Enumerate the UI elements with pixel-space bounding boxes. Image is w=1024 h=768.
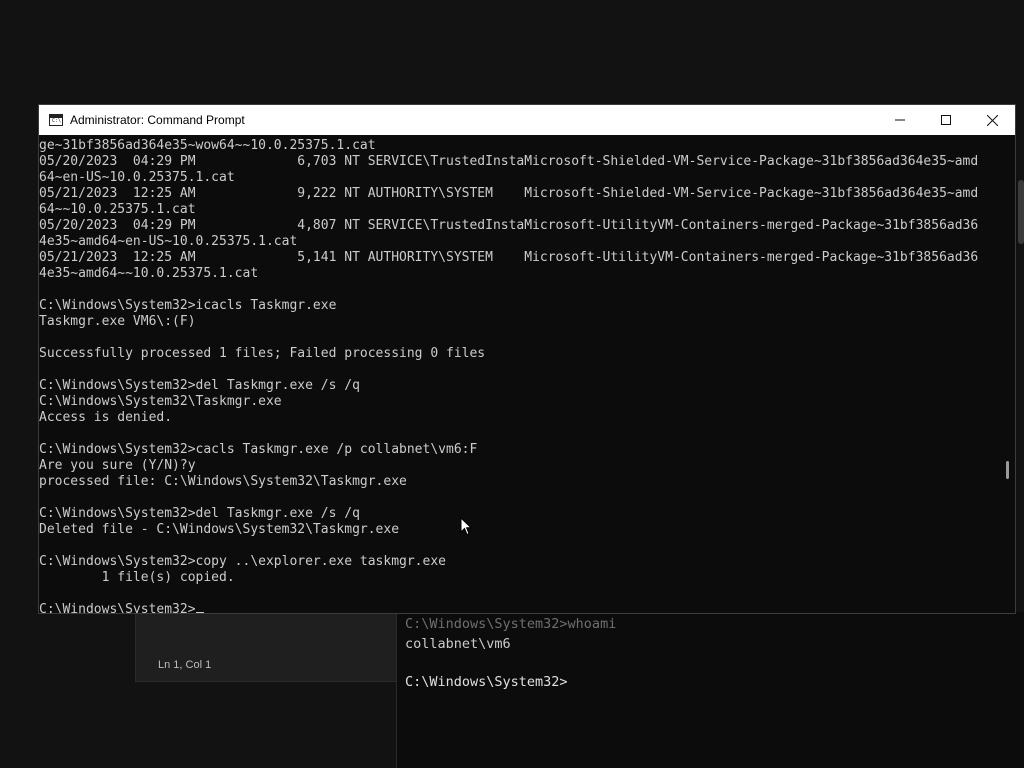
console-line: C:\Windows\System32>del Taskmgr.exe /s /… [39, 506, 360, 521]
minimize-button[interactable] [877, 105, 923, 135]
console-line: Taskmgr.exe VM6\:(F) [39, 314, 196, 329]
vertical-scrollbar[interactable] [999, 135, 1015, 613]
console-line: 4e35~amd64~en-US~10.0.25375.1.cat [39, 234, 298, 249]
bg-terminal-line: C:\Windows\System32> [405, 674, 568, 690]
window-controls [877, 105, 1015, 135]
console-line: 64~~10.0.25375.1.cat [39, 202, 196, 217]
background-terminal-window[interactable]: C:\Windows\System32>whoami collabnet\vm6… [396, 612, 1024, 768]
bg-terminal-line: C:\Windows\System32>whoami [405, 616, 617, 632]
cmd-icon: C:\ [49, 114, 63, 126]
background-editor-window[interactable]: Ln 1, Col 1 [135, 612, 399, 682]
maximize-button[interactable] [923, 105, 969, 135]
close-button[interactable] [969, 105, 1015, 135]
console-line: Are you sure (Y/N)?y [39, 458, 196, 473]
editor-status-position: Ln 1, Col 1 [158, 659, 212, 671]
bg-terminal-line: collabnet\vm6 [405, 636, 511, 652]
maximize-icon [941, 115, 951, 125]
console-line: 64~en-US~10.0.25375.1.cat [39, 170, 235, 185]
console-line: 05/21/2023 12:25 AM 9,222 NT AUTHORITY\S… [39, 186, 979, 201]
title-bar[interactable]: C:\ Administrator: Command Prompt [39, 105, 1015, 135]
console-line: processed file: C:\Windows\System32\Task… [39, 474, 407, 489]
text-cursor [195, 612, 204, 613]
console-line: C:\Windows\System32>del Taskmgr.exe /s /… [39, 378, 360, 393]
console-line: Successfully processed 1 files; Failed p… [39, 346, 486, 361]
scrollbar-thumb[interactable] [1006, 461, 1009, 479]
console-line: 1 file(s) copied. [39, 570, 235, 585]
console-line: Deleted file - C:\Windows\System32\Taskm… [39, 522, 400, 537]
console-line: C:\Windows\System32>icacls Taskmgr.exe [39, 298, 337, 313]
window-title: Administrator: Command Prompt [70, 113, 245, 127]
background-scrollbar[interactable] [1018, 180, 1024, 244]
close-icon [986, 114, 998, 126]
console-line: Access is denied. [39, 410, 173, 425]
console-line: 05/20/2023 04:29 PM 6,703 NT SERVICE\Tru… [39, 154, 979, 169]
console-line: C:\Windows\System32>copy ..\explorer.exe… [39, 554, 446, 569]
console-line: C:\Windows\System32> [39, 602, 204, 613]
console-line: C:\Windows\System32>cacls Taskmgr.exe /p… [39, 442, 478, 457]
console-line: 4e35~amd64~~10.0.25375.1.cat [39, 266, 259, 281]
mouse-pointer-icon [460, 517, 472, 536]
command-prompt-window[interactable]: C:\ Administrator: Command Prompt ge~31b… [38, 104, 1016, 614]
console-line: 05/21/2023 12:25 AM 5,141 NT AUTHORITY\S… [39, 250, 979, 265]
minimize-icon [895, 119, 905, 121]
console-line: ge~31bf3856ad364e35~wow64~~10.0.25375.1.… [39, 138, 376, 153]
console-line: 05/20/2023 04:29 PM 4,807 NT SERVICE\Tru… [39, 218, 979, 233]
console-output[interactable]: ge~31bf3856ad364e35~wow64~~10.0.25375.1.… [39, 135, 999, 613]
console-line: C:\Windows\System32\Taskmgr.exe [39, 394, 282, 409]
